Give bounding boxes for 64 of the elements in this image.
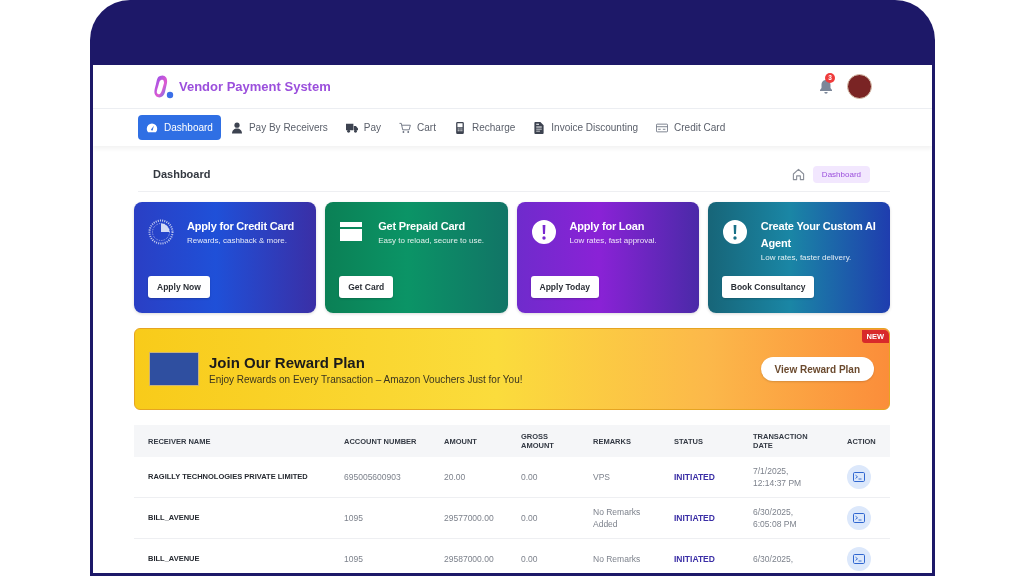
page-title: Dashboard xyxy=(153,168,211,180)
table-cell: 0.00 xyxy=(521,512,538,524)
table-cell-text: 6/30/2025, 6:05:08 PM xyxy=(753,506,798,530)
card-button[interactable]: Apply Today xyxy=(530,276,599,298)
home-icon[interactable] xyxy=(791,167,805,181)
action-button[interactable] xyxy=(847,547,871,571)
bell-icon[interactable] xyxy=(819,79,833,94)
nav-tab[interactable]: Recharge xyxy=(446,115,524,140)
view-plan-button[interactable]: View Reward Plan xyxy=(760,357,874,381)
table-cell: INITIATED xyxy=(674,471,715,483)
table-cell: INITIATED xyxy=(674,512,715,524)
banner-title: Join Our Reward Plan xyxy=(209,353,365,371)
table-cell-text: 7/1/2025, 12:14:37 PM xyxy=(753,465,803,489)
card-title: Get Prepaid Card xyxy=(378,219,465,234)
nav-tab[interactable]: Cart xyxy=(391,115,444,140)
document-icon xyxy=(533,121,546,134)
image-placeholder xyxy=(149,352,199,386)
card-button[interactable]: Get Card xyxy=(339,276,394,298)
nav-tab[interactable]: Pay By Receivers xyxy=(222,115,336,140)
credit-card-icon xyxy=(656,121,669,134)
card-title: Apply for Credit Card xyxy=(187,219,295,234)
exclamation-icon xyxy=(530,219,557,245)
action-button[interactable] xyxy=(847,465,871,489)
table-cell: 1095 xyxy=(344,512,363,524)
card-title: Apply for Loan xyxy=(569,219,645,234)
table-cell: VPS xyxy=(593,471,610,483)
table-cell: 29587000.00 xyxy=(444,553,494,565)
card-subtitle: Low rates, fast approval. xyxy=(569,236,657,245)
table-cell: 695005600903 xyxy=(344,471,401,483)
table-cell: 20.00 xyxy=(444,471,466,483)
table-cell: 6/30/2025, xyxy=(753,553,794,565)
avatar[interactable] xyxy=(847,74,872,99)
table-cell: 29577000.00 xyxy=(444,512,494,524)
nav-tab[interactable]: Dashboard xyxy=(138,115,221,140)
table-cell: 0.00 xyxy=(521,471,538,483)
table-cell: 0.00 xyxy=(521,553,538,565)
user-icon xyxy=(230,121,243,134)
table-cell: 1095 xyxy=(344,553,363,565)
table-cell-text: No Remarks Added xyxy=(593,506,642,530)
card-subtitle: Low rates, faster delivery. xyxy=(760,253,852,262)
cart-icon xyxy=(399,121,412,134)
banner-subtitle: Enjoy Rewards on Every Transaction – Amazon Vouchers Just for You! xyxy=(209,373,523,385)
console-icon xyxy=(853,472,865,482)
app-title: Vendor Payment System xyxy=(179,79,331,94)
nav-tab[interactable]: Credit Card xyxy=(648,115,734,140)
nav-tab[interactable]: Invoice Discounting xyxy=(525,115,647,140)
console-icon xyxy=(853,554,865,564)
truck-icon xyxy=(345,121,358,134)
table-cell: No Remarks xyxy=(593,553,641,565)
exclamation-icon xyxy=(721,219,748,245)
console-icon xyxy=(853,513,865,523)
breadcrumb-item: Dashboard xyxy=(812,165,870,183)
table-cell: INITIATED xyxy=(674,553,715,565)
card-subtitle: Rewards, cashback & more. xyxy=(187,236,288,245)
pie-chart-icon xyxy=(148,219,174,245)
card-title: Create Your Custom AI Agent xyxy=(760,219,877,251)
logo-icon xyxy=(152,73,174,100)
phone-icon xyxy=(454,121,466,134)
card-button[interactable]: Apply Now xyxy=(148,276,210,298)
gauge-icon xyxy=(146,121,158,134)
card-button[interactable]: Book Consultancy xyxy=(721,276,815,298)
nav-tab[interactable]: Pay xyxy=(337,115,390,140)
card-subtitle: Easy to reload, secure to use. xyxy=(378,236,485,245)
action-button[interactable] xyxy=(847,506,871,530)
